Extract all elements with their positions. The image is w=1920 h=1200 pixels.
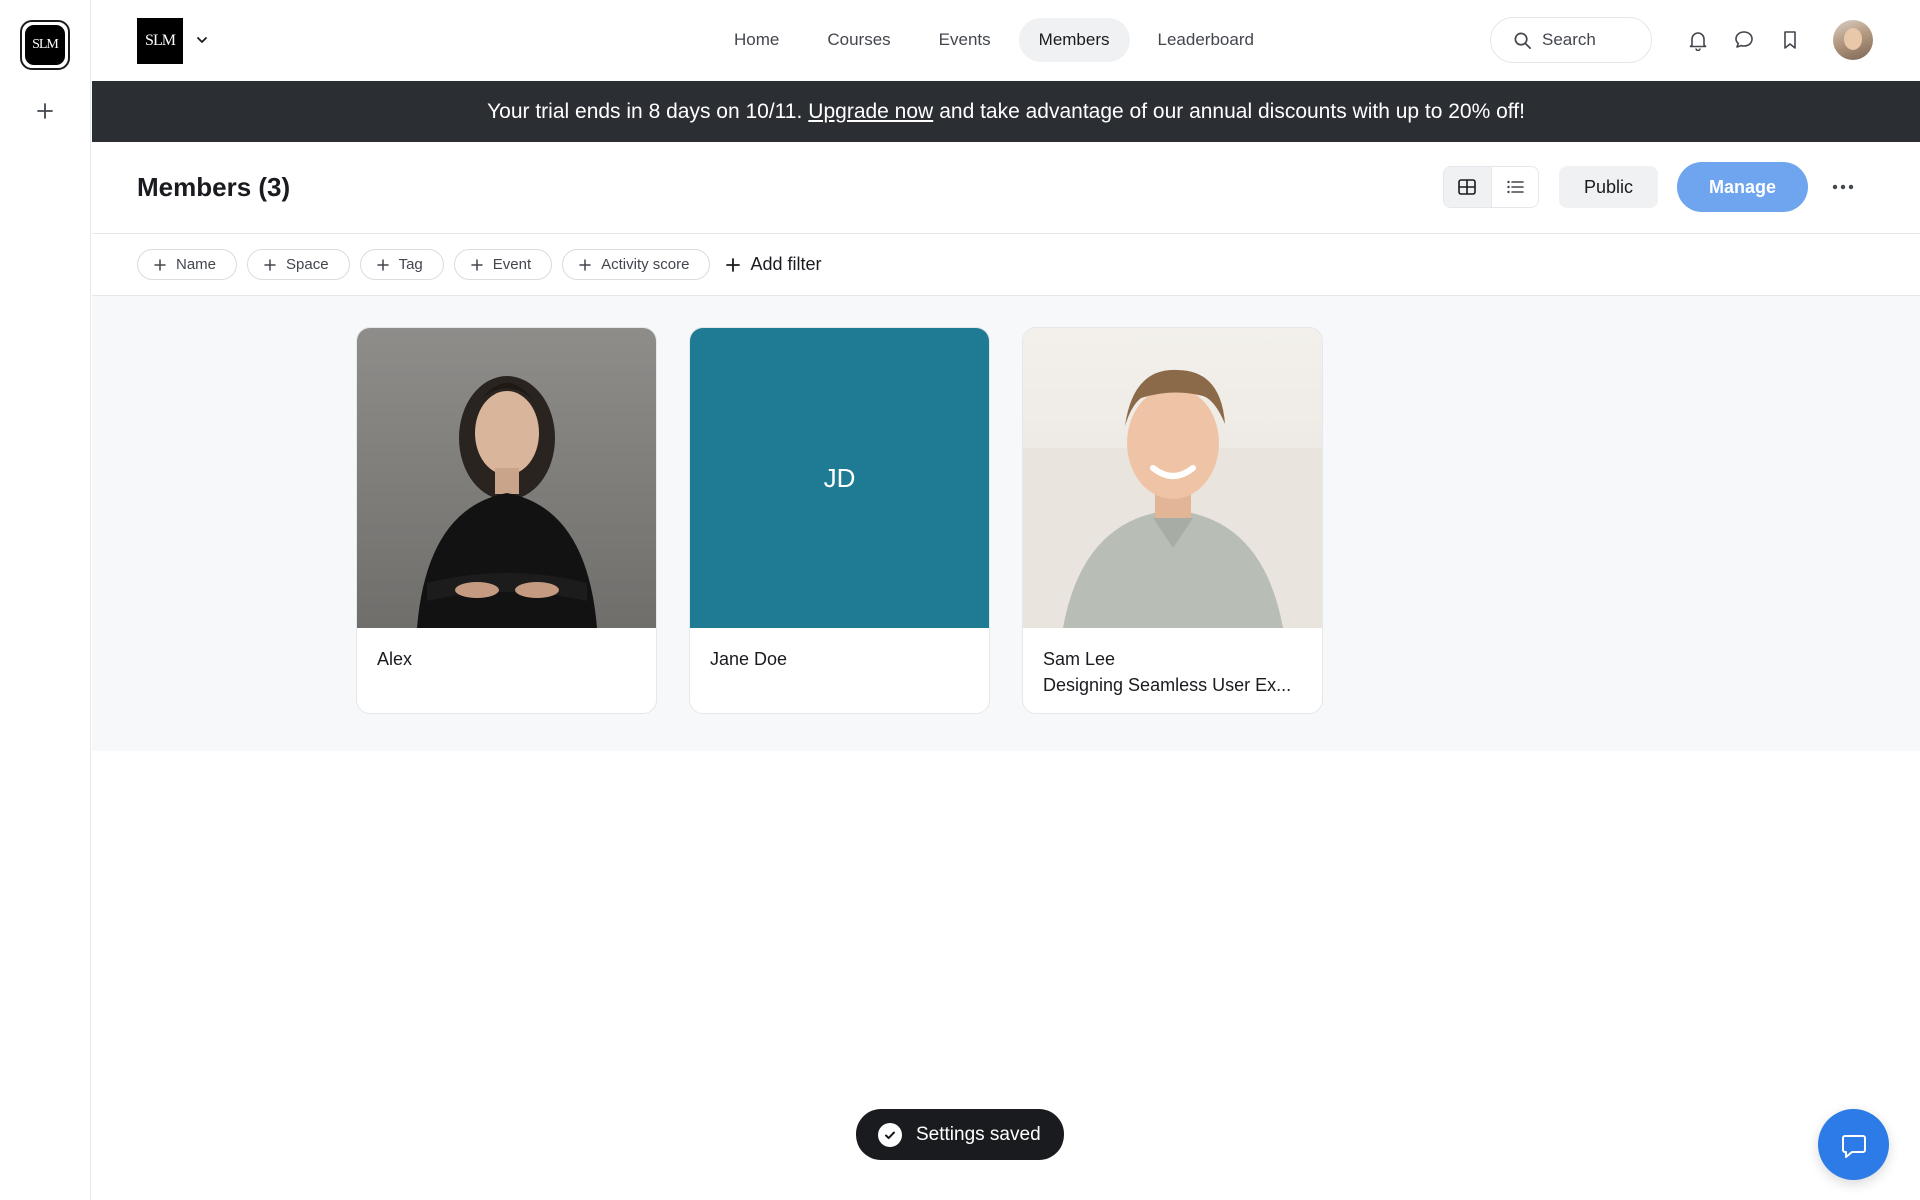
list-view-button[interactable] [1490,167,1539,207]
member-photo [1023,328,1322,628]
community-rail: SLM [0,0,91,1200]
brand-logo[interactable]: SLM [137,18,183,64]
trial-banner: Your trial ends in 8 days on 10/11. Upgr… [92,81,1920,142]
bell-icon[interactable] [1686,28,1710,52]
chat-widget-button[interactable] [1818,1109,1889,1180]
member-name: Jane Doe [710,649,788,669]
chat-bubble-icon [1841,1134,1866,1158]
add-community-button[interactable] [31,97,59,125]
search-icon [1514,32,1531,49]
filter-bar: Name Space Tag Event Activity score Add … [92,234,1920,296]
nav-events[interactable]: Events [919,18,1011,62]
member-photo [357,328,656,628]
community-logo: SLM [25,25,65,65]
check-circle-icon [878,1122,902,1147]
member-avatar: JD [690,328,989,628]
filter-chip-label: Tag [398,256,423,273]
plus-icon [376,258,389,271]
filter-chip-label: Activity score [601,256,690,273]
avatar-initials: JD [690,328,989,628]
member-card[interactable]: Alex [356,327,657,714]
plus-icon [154,258,166,271]
filter-chip-label: Name [176,256,217,273]
more-options-button[interactable] [1829,175,1857,199]
nav-home[interactable]: Home [714,18,799,62]
plus-icon [726,257,741,272]
community-switcher[interactable]: SLM [20,20,70,70]
member-card[interactable]: Sam Lee Designing Seamless User Ex... [1022,327,1323,714]
plus-icon [579,258,591,271]
user-avatar[interactable] [1833,20,1873,60]
view-toggle [1443,166,1539,208]
add-filter-label: Add filter [750,254,822,274]
chat-icon[interactable] [1732,28,1756,52]
members-grid: Alex JD Jane Doe Sam Lee Designing Seaml… [92,296,1920,751]
member-headline: Designing Seamless User Ex... [1043,675,1292,695]
filter-chip-name[interactable]: Name [137,249,238,280]
filter-chip-tag[interactable]: Tag [359,249,444,280]
page-header: Members (3) Public Manage [92,142,1920,234]
filter-chip-label: Space [286,256,329,273]
list-icon [1507,180,1524,194]
more-horizontal-icon [1832,184,1854,190]
upgrade-link[interactable]: Upgrade now [808,100,933,124]
manage-button[interactable]: Manage [1677,162,1808,212]
member-card[interactable]: JD Jane Doe [689,327,990,714]
banner-text-before: Your trial ends in 8 days on 10/11. [487,99,803,123]
top-header: SLM Home Courses Events Members Leaderbo… [92,0,1920,81]
toast-text: Settings saved [916,1123,1041,1145]
filter-chip-event[interactable]: Event [453,249,553,280]
plus-icon [264,258,276,271]
public-button[interactable]: Public [1559,166,1658,208]
member-name: Alex [377,649,413,669]
nav-leaderboard[interactable]: Leaderboard [1138,18,1274,62]
chevron-down-icon[interactable] [194,32,210,48]
add-filter-button[interactable]: Add filter [726,254,822,275]
banner-text-after: and take advantage of our annual discoun… [939,99,1525,123]
main-nav: Home Courses Events Members Leaderboard [714,18,1274,62]
filter-chip-space[interactable]: Space [247,249,350,280]
plus-icon [471,258,483,271]
search-label: Search [1542,30,1596,49]
filter-chip-activity-score[interactable]: Activity score [562,249,711,280]
toast-notification: Settings saved [856,1109,1064,1160]
grid-view-button[interactable] [1444,167,1491,207]
nav-members[interactable]: Members [1018,18,1130,62]
filter-chip-label: Event [492,256,532,273]
bookmark-icon[interactable] [1778,28,1802,52]
page-title: Members (3) [137,172,291,202]
search-button[interactable]: Search [1490,17,1652,63]
nav-courses[interactable]: Courses [807,18,910,62]
member-name: Sam Lee [1043,649,1116,669]
plus-icon [37,103,53,119]
grid-icon [1458,179,1477,195]
